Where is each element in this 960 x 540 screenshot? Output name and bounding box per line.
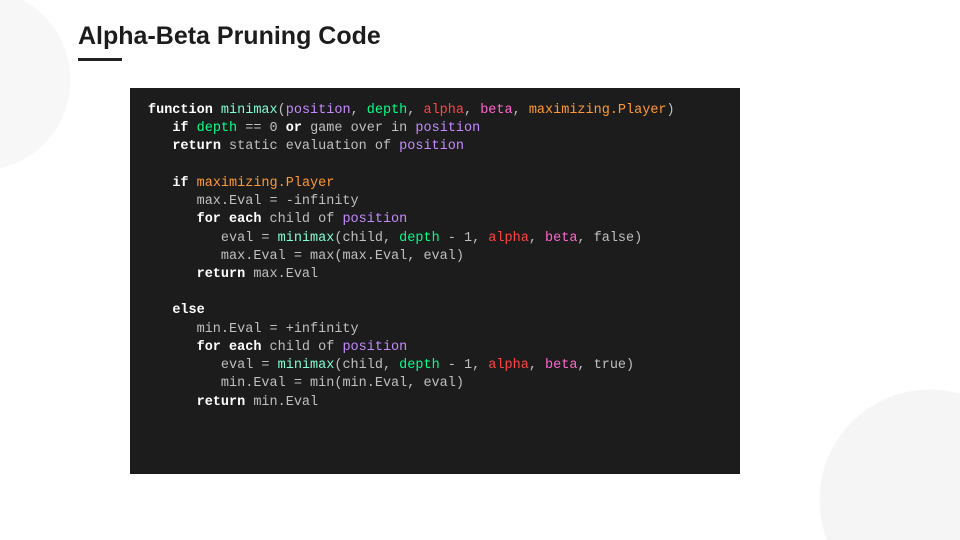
slide-title: Alpha-Beta Pruning Code	[78, 22, 381, 51]
code-line-9: max.Eval = max(max.Eval, eval)	[148, 249, 464, 264]
code-line-14: for each child of position	[148, 340, 407, 355]
code-line-12: else	[148, 303, 205, 318]
code-line-13: min.Eval = +infinity	[148, 322, 359, 337]
code-line-17: return min.Eval	[148, 395, 318, 410]
code-line-10: return max.Eval	[148, 267, 318, 282]
slide: Alpha-Beta Pruning Code function minimax…	[0, 0, 960, 540]
code-line-6: max.Eval = -infinity	[148, 194, 359, 209]
title-underline	[78, 58, 122, 61]
code-line-7: for each child of position	[148, 212, 407, 227]
code-line-16: min.Eval = min(min.Eval, eval)	[148, 376, 464, 391]
code-line-1: function minimax(position, depth, alpha,…	[148, 103, 675, 118]
code-line-5: if maximizing.Player	[148, 176, 334, 191]
code-line-8: eval = minimax(child, depth - 1, alpha, …	[148, 231, 642, 246]
code-block: function minimax(position, depth, alpha,…	[130, 88, 740, 474]
code-line-2: if depth == 0 or game over in position	[148, 121, 480, 136]
code-line-3: return static evaluation of position	[148, 139, 464, 154]
code-line-15: eval = minimax(child, depth - 1, alpha, …	[148, 358, 634, 373]
